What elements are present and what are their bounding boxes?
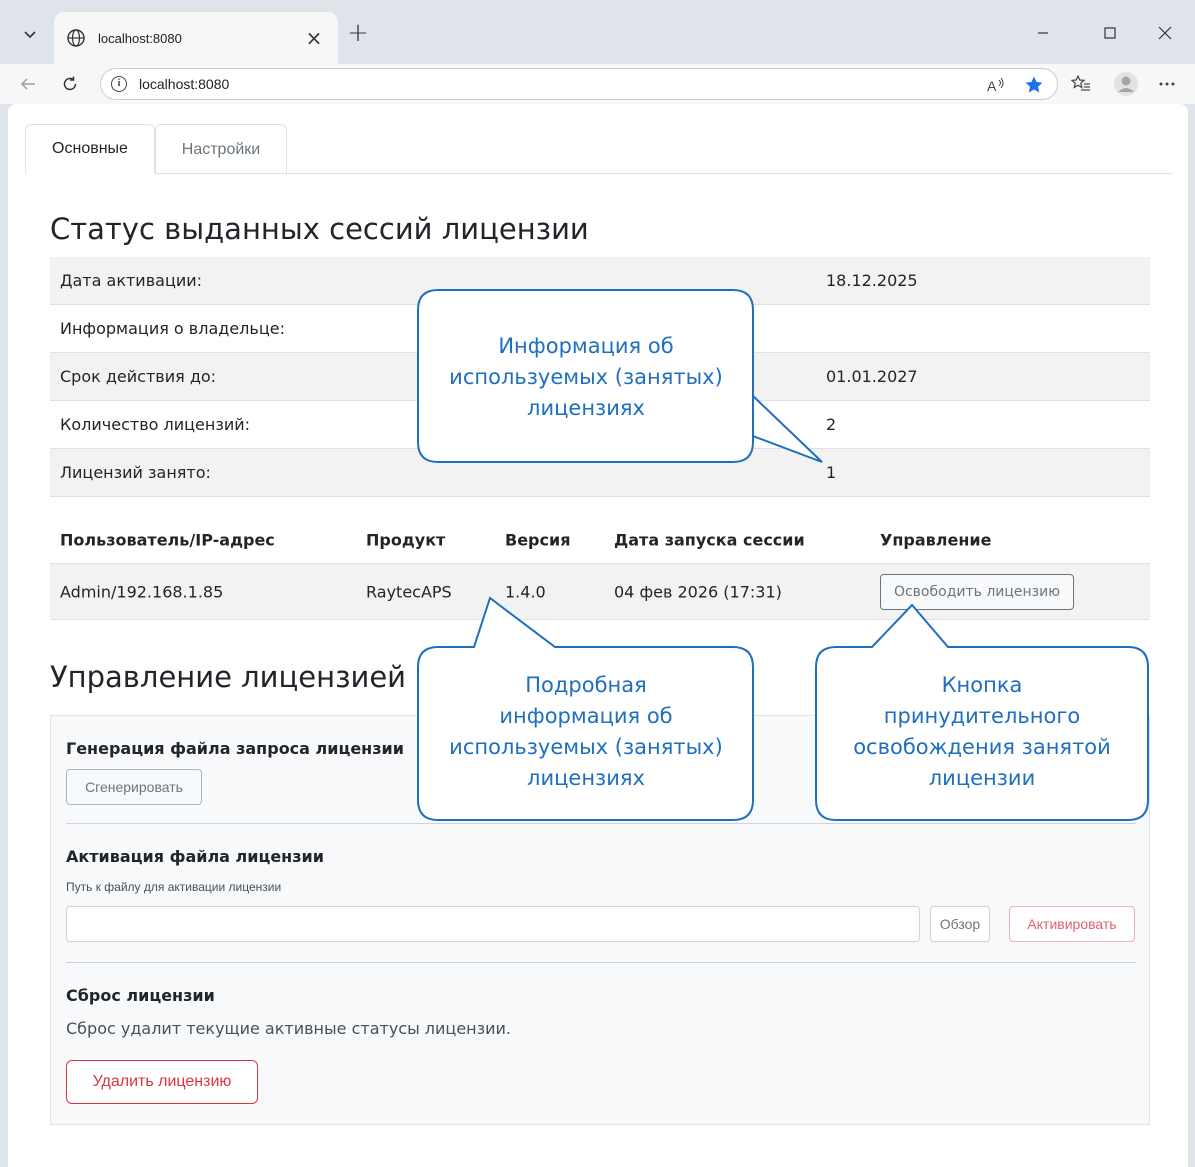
column-header-user: Пользователь/IP-адрес: [60, 530, 275, 549]
reset-title: Сброс лицензии: [66, 986, 215, 1005]
minimize-icon[interactable]: [1028, 18, 1058, 48]
star-icon[interactable]: [1019, 69, 1049, 101]
generate-title: Генерация файла запроса лицензии: [66, 739, 404, 758]
activate-title: Активация файла лицензии: [66, 847, 324, 866]
status-value: 01.01.2027: [826, 367, 918, 386]
browser-tab-title: localhost:8080: [98, 30, 182, 46]
status-value: 2: [826, 415, 837, 434]
browser-tab[interactable]: localhost:8080 ×: [54, 12, 338, 64]
status-value: 1: [826, 463, 837, 482]
callout-bottom-left-text: Подробная информация об используемых (за…: [449, 673, 723, 790]
callout-bottom-right-text: Кнопка принудительного освобождения заня…: [853, 673, 1111, 790]
tab-settings[interactable]: Настройки: [155, 124, 287, 174]
release-license-button[interactable]: Освободить лицензию: [880, 574, 1074, 610]
status-row: Лицензий занято: 1: [50, 449, 1150, 497]
address-bar-row: i localhost:8080 A: [0, 64, 1195, 104]
column-header-version: Версия: [505, 530, 571, 549]
nav-tabs: Основные Настройки: [25, 124, 1173, 174]
column-header-date: Дата запуска сессии: [614, 530, 805, 549]
tab-main[interactable]: Основные: [25, 124, 155, 174]
session-date: 04 фев 2026 (17:31): [614, 582, 782, 601]
status-label: Лицензий занято:: [60, 463, 211, 482]
table-row: Admin/192.168.1.85 RaytecAPS 1.4.0 04 фе…: [50, 564, 1150, 620]
column-header-actions: Управление: [880, 530, 992, 549]
activate-button[interactable]: Активировать: [1009, 906, 1135, 942]
sessions-table: Пользователь/IP-адрес Продукт Версия Дат…: [50, 516, 1150, 620]
reload-icon[interactable]: [54, 68, 86, 100]
page-content: Основные Настройки Статус выданных сесси…: [8, 104, 1188, 1167]
more-icon[interactable]: [1154, 68, 1180, 100]
session-product: RaytecAPS: [366, 582, 452, 601]
divider: [66, 823, 1136, 824]
plus-icon[interactable]: +: [344, 20, 372, 48]
close-tab-icon[interactable]: ×: [302, 28, 326, 48]
status-label: Информация о владельце:: [60, 319, 285, 338]
read-aloud-icon[interactable]: A: [981, 69, 1011, 101]
url-text: localhost:8080: [139, 76, 230, 92]
svg-text:A: A: [987, 78, 997, 94]
management-heading: Управление лицензией: [50, 660, 407, 694]
column-header-product: Продукт: [366, 530, 446, 549]
delete-license-button[interactable]: Удалить лицензию: [66, 1060, 258, 1104]
profile-icon[interactable]: [1113, 68, 1139, 100]
callout-top-text: Информация об используемых (занятых) лиц…: [449, 334, 723, 420]
maximize-icon[interactable]: [1095, 18, 1125, 48]
status-row: Дата активации: 18.12.2025: [50, 257, 1150, 305]
session-version: 1.4.0: [505, 582, 546, 601]
status-label: Дата активации:: [60, 271, 203, 290]
back-icon[interactable]: [12, 68, 44, 100]
tab-dropdown-button[interactable]: [14, 20, 46, 48]
favorites-icon[interactable]: [1068, 68, 1094, 100]
reset-description: Сброс удалит текущие активные статусы ли…: [66, 1019, 512, 1038]
close-window-icon[interactable]: [1150, 18, 1180, 48]
sessions-header-row: Пользователь/IP-адрес Продукт Версия Дат…: [50, 516, 1150, 564]
file-path-label: Путь к файлу для активации лицензии: [66, 880, 282, 894]
status-label: Срок действия до:: [60, 367, 217, 386]
session-user: Admin/192.168.1.85: [60, 582, 224, 601]
browse-button[interactable]: Обзор: [930, 906, 990, 942]
browser-titlebar: localhost:8080 × +: [0, 0, 1195, 64]
status-label: Количество лицензий:: [60, 415, 251, 434]
status-value: 18.12.2025: [826, 271, 918, 290]
globe-icon: [67, 29, 85, 47]
chevron-down-icon: [24, 31, 36, 39]
status-heading: Статус выданных сессий лицензии: [50, 212, 589, 246]
file-path-input[interactable]: [66, 906, 920, 942]
url-bar[interactable]: i localhost:8080 A: [100, 68, 1058, 100]
info-icon[interactable]: i: [111, 76, 127, 92]
generate-button[interactable]: Сгенерировать: [66, 769, 202, 805]
divider: [66, 962, 1136, 963]
